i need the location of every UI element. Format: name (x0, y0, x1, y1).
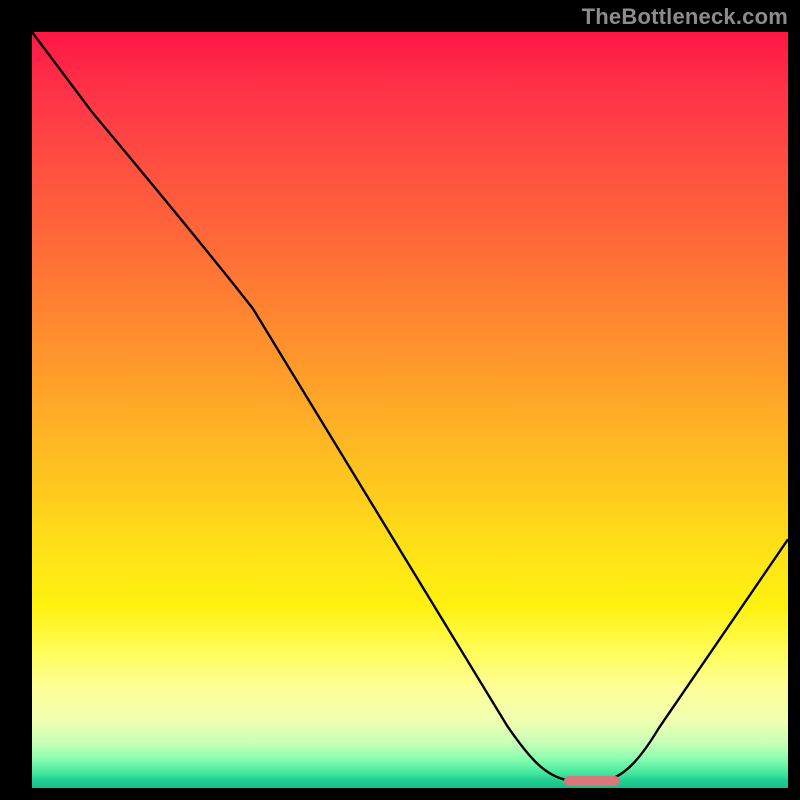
watermark-text: TheBottleneck.com (582, 4, 788, 30)
optimal-range-marker (564, 776, 620, 786)
curve-svg (32, 32, 788, 788)
plot-area (30, 30, 790, 790)
bottleneck-curve-path (32, 32, 788, 780)
bottleneck-chart: TheBottleneck.com (0, 0, 800, 800)
